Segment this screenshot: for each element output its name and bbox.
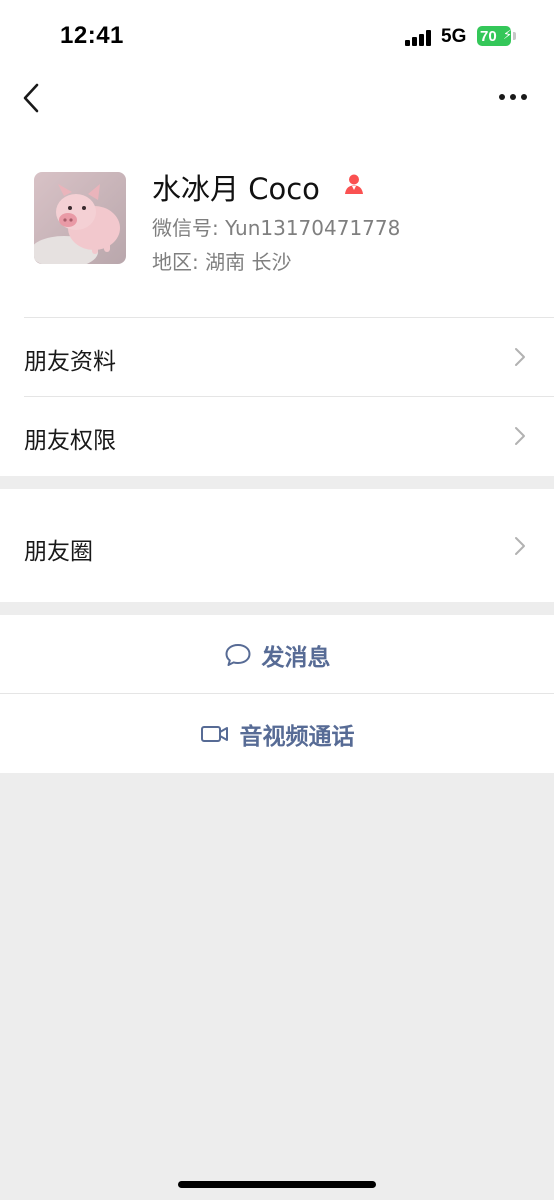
battery-nub <box>513 32 516 40</box>
status-time: 12:41 <box>60 22 124 49</box>
friend-profile-row[interactable]: 朋友资料 <box>0 318 554 396</box>
network-type: 5G <box>441 26 467 47</box>
chevron-right-icon <box>515 427 525 445</box>
back-button[interactable] <box>18 80 48 116</box>
contact-name: 水冰月 Coco <box>152 172 320 206</box>
female-icon <box>342 172 366 196</box>
av-call-button[interactable]: 音视频通话 <box>0 694 554 773</box>
charging-bolt-icon: ⚡ <box>503 28 513 43</box>
video-camera-icon <box>200 725 228 742</box>
battery-level: 70 <box>480 27 497 45</box>
av-call-label: 音视频通话 <box>239 723 355 750</box>
send-message-button[interactable]: 发消息 <box>0 615 554 694</box>
moments-row[interactable]: 朋友圈 <box>0 489 554 602</box>
contact-profile-screen: 12:41 5G 70 ⚡ 水冰月 Coco 微信号: Yun131704717… <box>0 0 554 1200</box>
menu-label: 朋友资料 <box>24 349 116 375</box>
region: 地区: 湖南 长沙 <box>152 250 292 274</box>
menu-label: 朋友圈 <box>24 539 93 565</box>
chevron-right-icon <box>515 348 525 366</box>
chevron-left-icon <box>23 83 39 113</box>
signal-icon <box>405 30 433 46</box>
chat-bubble-icon <box>225 643 250 666</box>
action-buttons: 发消息 音视频通话 <box>0 615 554 773</box>
profile-header-area: 12:41 5G 70 ⚡ 水冰月 Coco 微信号: Yun131704717… <box>0 0 554 476</box>
friend-permissions-row[interactable]: 朋友权限 <box>0 397 554 475</box>
home-indicator[interactable] <box>178 1181 376 1188</box>
menu-label: 朋友权限 <box>24 428 116 454</box>
avatar[interactable] <box>34 172 126 264</box>
more-options-button[interactable] <box>496 86 530 108</box>
ellipsis-icon <box>499 94 527 100</box>
wechat-id: 微信号: Yun13170471778 <box>152 216 401 240</box>
chevron-right-icon <box>515 537 525 555</box>
piglet-avatar-image <box>34 172 126 264</box>
send-message-label: 发消息 <box>261 644 331 671</box>
